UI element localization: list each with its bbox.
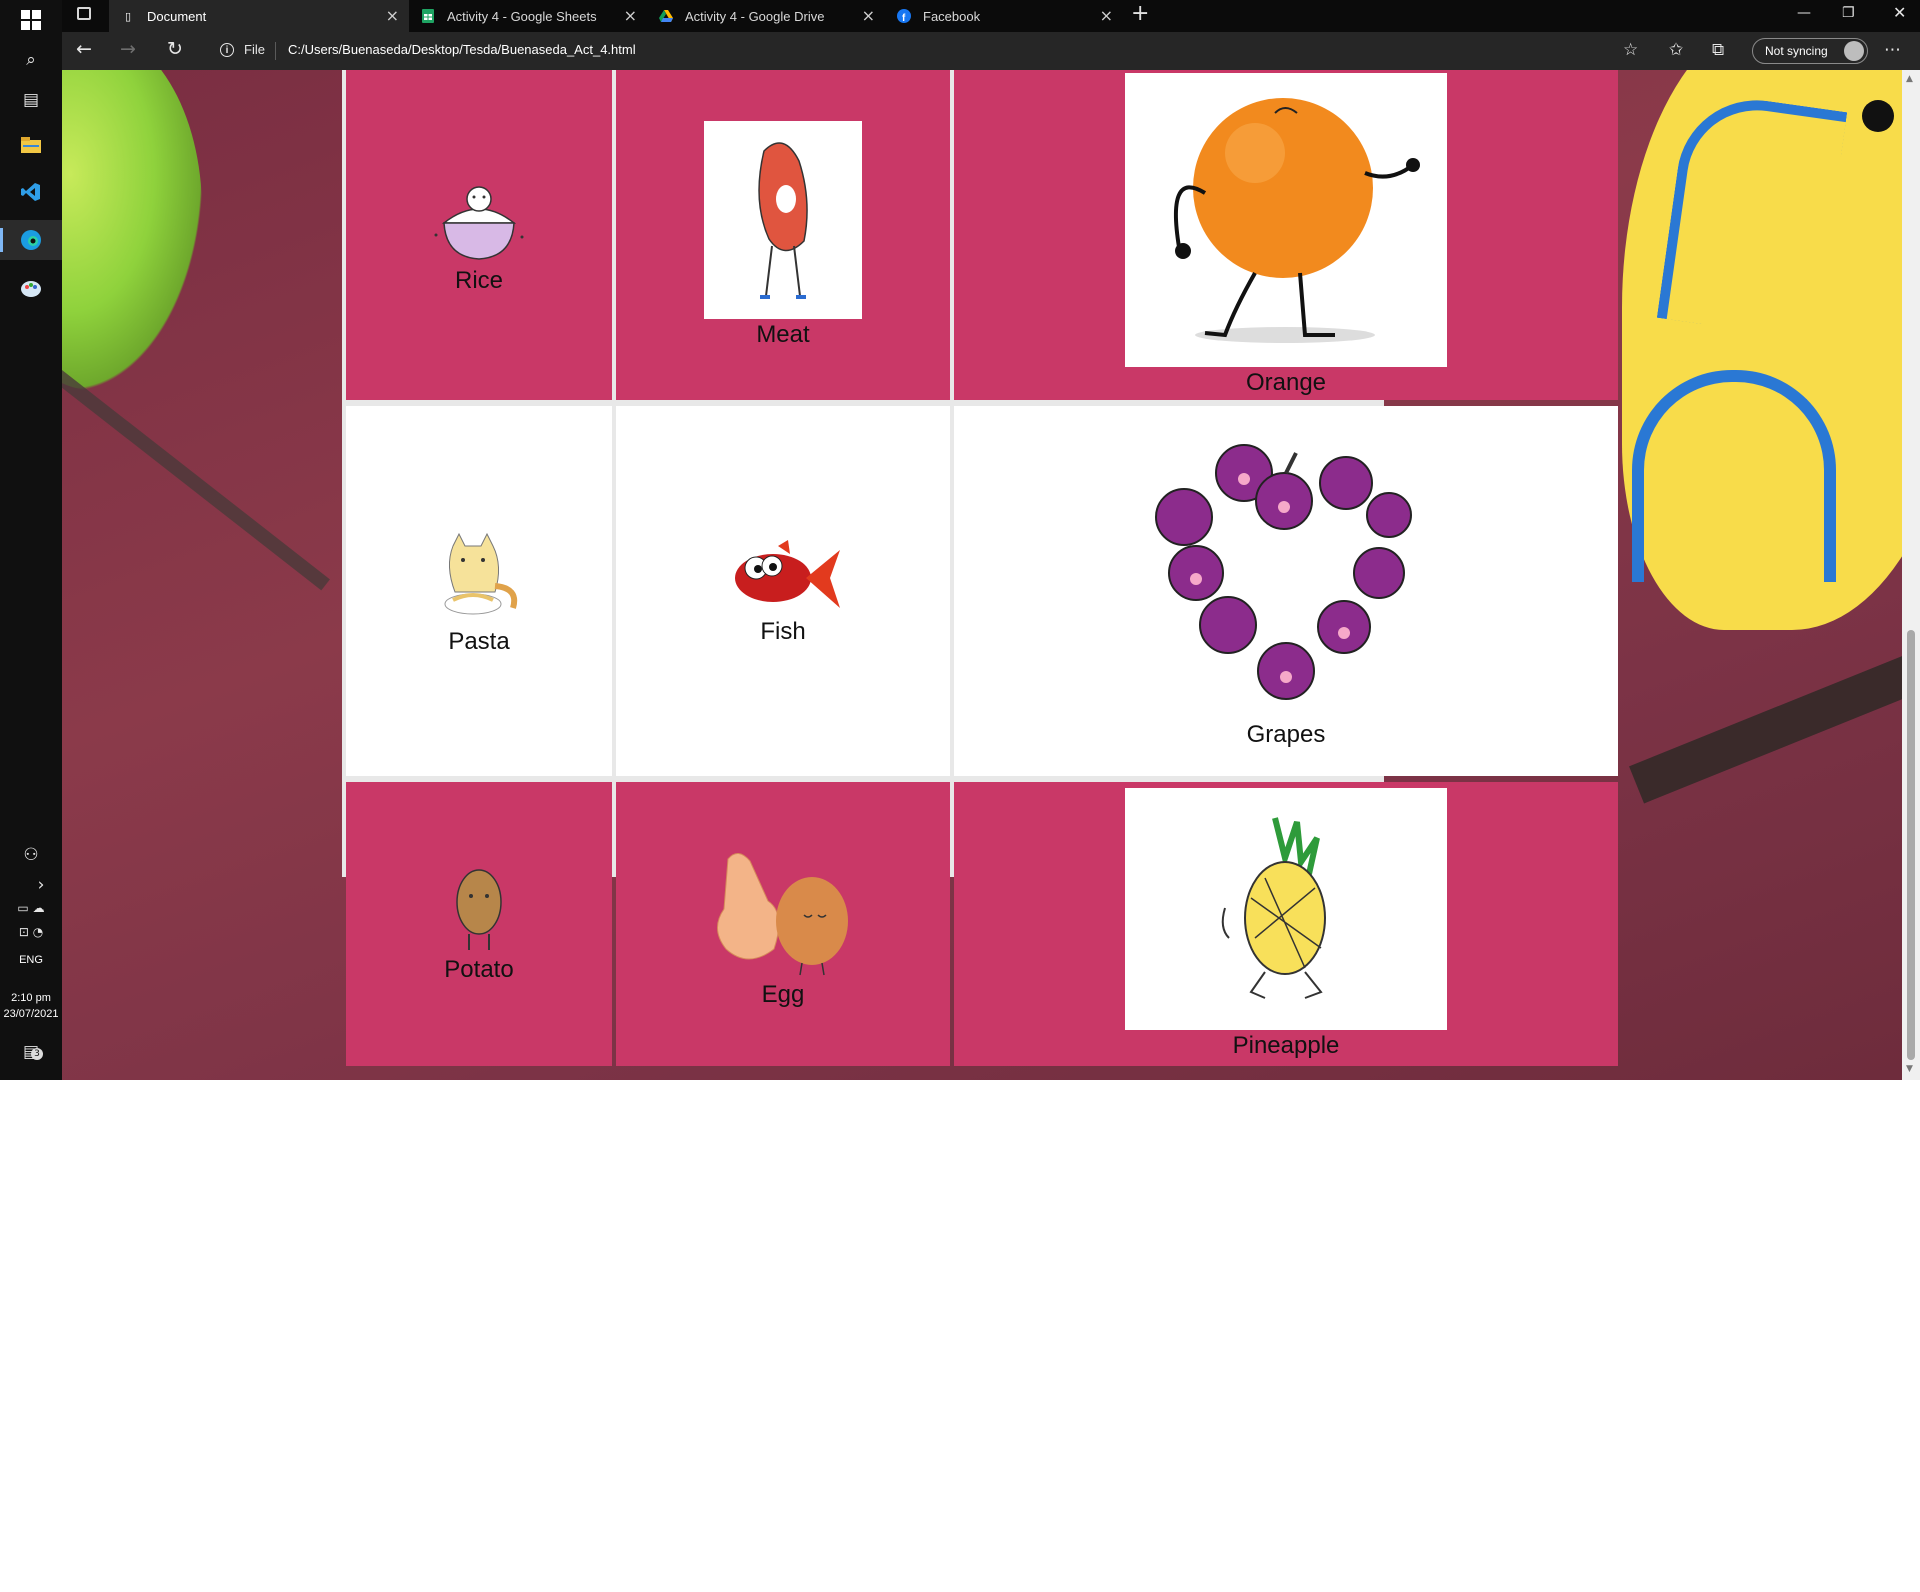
tab-document[interactable]: ▯ Document × [109, 0, 409, 32]
file-explorer-icon[interactable] [0, 125, 62, 165]
avatar [1844, 41, 1864, 61]
scroll-down-icon[interactable]: ▼ [1906, 1064, 1913, 1074]
potato-image [449, 864, 509, 954]
food-label: Fish [760, 618, 806, 645]
add-favorite-icon[interactable]: ☆ [1623, 40, 1638, 60]
close-icon[interactable]: × [1100, 6, 1113, 25]
back-arrow-icon[interactable]: ← [76, 38, 92, 60]
food-label: Egg [761, 981, 805, 1008]
notification-icon[interactable]: ▤3 [0, 1038, 62, 1066]
food-table: Rice Meat Orange Pasta Fish Grapes Potat… [342, 70, 1618, 1066]
grapes-image [1146, 433, 1426, 713]
taskbar: ⌕ ▤ ⚇ › ▭ ☁ ⊡ ◔ ENG 2:10 pm 23/07/2021 ▤… [0, 0, 62, 1080]
rice-image [424, 175, 534, 265]
minimize-button[interactable]: — [1797, 5, 1811, 21]
cell-pineapple: Pineapple [954, 782, 1618, 1066]
meat-image [704, 121, 862, 319]
cell-orange: Orange [954, 70, 1618, 400]
clock-time[interactable]: 2:10 pm [0, 991, 62, 1006]
drive-icon [659, 9, 673, 23]
new-tab-button[interactable]: + [1131, 1, 1149, 26]
scroll-thumb[interactable] [1907, 630, 1915, 1060]
tab-title: Activity 4 - Google Drive [685, 8, 825, 24]
forward-arrow-icon[interactable]: → [120, 38, 136, 60]
pineapple-image [1125, 788, 1447, 1030]
people-icon[interactable]: ⚇ [0, 843, 62, 867]
divider [275, 42, 276, 60]
fish-image [718, 536, 848, 616]
language-indicator[interactable]: ENG [0, 953, 62, 968]
background-banana-eye [1862, 100, 1894, 132]
restore-button[interactable]: ❐ [1842, 5, 1855, 21]
tab-actions-icon[interactable] [77, 7, 91, 20]
pasta-image [433, 526, 525, 626]
close-icon[interactable]: × [624, 6, 637, 25]
close-window-button[interactable]: ✕ [1893, 3, 1906, 22]
food-label: Meat [756, 321, 810, 348]
cell-fish: Fish [616, 406, 950, 776]
food-label: Orange [1245, 369, 1327, 396]
notification-count: 3 [30, 1048, 43, 1060]
search-icon[interactable]: ⌕ [0, 40, 62, 80]
url-input[interactable]: C:/Users/Buenaseda/Desktop/Tesda/Buenase… [288, 42, 636, 57]
cell-pasta: Pasta [346, 406, 612, 776]
cell-potato: Potato [346, 782, 612, 1066]
background-arc [1632, 370, 1836, 582]
food-label: Pineapple [1232, 1032, 1340, 1059]
task-view-icon[interactable]: ▤ [0, 80, 62, 120]
onedrive-icon[interactable]: ▭ ☁ [0, 898, 62, 918]
close-icon[interactable]: × [862, 6, 875, 25]
page-viewport: Rice Meat Orange Pasta Fish Grapes Potat… [62, 70, 1902, 1080]
background-leaf [62, 70, 202, 390]
network-icon[interactable]: ⊡ ◔ [0, 922, 62, 942]
refresh-icon[interactable]: ↻ [167, 38, 183, 60]
tab-facebook[interactable]: f Facebook × [885, 0, 1123, 32]
tab-google-drive[interactable]: Activity 4 - Google Drive × [647, 0, 885, 32]
cell-meat: Meat [616, 70, 950, 400]
scroll-up-icon[interactable]: ▲ [1906, 74, 1913, 84]
clock-date[interactable]: 23/07/2021 [0, 1007, 62, 1022]
tab-title: Facebook [923, 8, 981, 24]
egg-image [708, 839, 858, 979]
cell-rice: Rice [346, 70, 612, 400]
paint-app-icon[interactable] [0, 268, 62, 308]
edge-icon[interactable] [0, 220, 62, 260]
food-label: Rice [454, 267, 503, 294]
tab-google-sheets[interactable]: Activity 4 - Google Sheets × [409, 0, 647, 32]
tab-title: Activity 4 - Google Sheets [447, 8, 597, 24]
address-bar: ← → ↻ i File C:/Users/Buenaseda/Desktop/… [62, 32, 1920, 70]
facebook-icon: f [897, 9, 911, 23]
close-icon[interactable]: × [386, 6, 399, 25]
sync-label: Not syncing [1765, 44, 1828, 58]
food-label: Pasta [448, 628, 510, 655]
file-label: File [244, 42, 265, 57]
more-menu-icon[interactable]: ⋯ [1884, 40, 1901, 60]
document-icon: ▯ [124, 9, 132, 23]
scrollbar[interactable]: ▲ ▼ [1902, 70, 1920, 1080]
collections-icon[interactable]: ⧉ [1712, 40, 1724, 60]
food-label: Grapes [1246, 721, 1326, 748]
cell-grapes: Grapes [954, 406, 1618, 776]
info-icon[interactable]: i [220, 43, 234, 57]
profile-sync-button[interactable]: Not syncing [1752, 38, 1868, 64]
sheets-icon [421, 9, 435, 23]
cell-egg: Egg [616, 782, 950, 1066]
background-stem [62, 370, 330, 591]
screen: ⌕ ▤ ⚇ › ▭ ☁ ⊡ ◔ ENG 2:10 pm 23/07/2021 ▤… [0, 0, 1920, 1080]
background-broom [1629, 616, 1902, 804]
favorites-icon[interactable]: ✩ [1669, 40, 1683, 60]
food-label: Potato [444, 956, 514, 983]
vscode-icon[interactable] [0, 172, 62, 212]
windows-start-icon[interactable] [0, 0, 62, 40]
tab-strip: ▯ Document × Activity 4 - Google Sheets … [62, 0, 1920, 32]
tab-title: Document [147, 8, 207, 24]
orange-image [1125, 73, 1447, 367]
